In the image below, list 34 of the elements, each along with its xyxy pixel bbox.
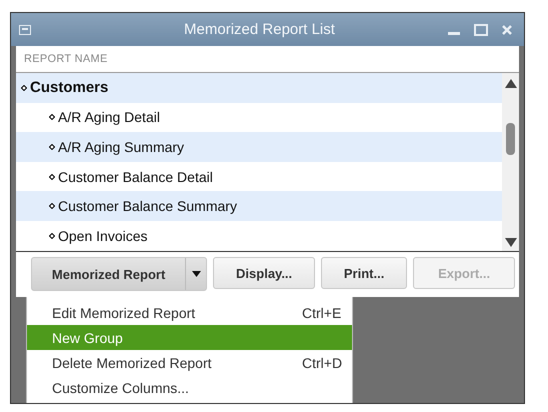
diamond-icon xyxy=(49,114,55,120)
diamond-icon xyxy=(49,232,55,239)
list-row[interactable]: A/R Aging Detail xyxy=(16,102,502,132)
caret-icon[interactable] xyxy=(192,271,201,277)
diamond-icon xyxy=(49,203,55,210)
menu-item[interactable]: Edit Memorized Report Ctrl+E xyxy=(27,300,352,325)
scrollbar[interactable] xyxy=(502,73,519,251)
report-name: A/R Aging Detail xyxy=(58,109,160,126)
scroll-up-icon[interactable] xyxy=(504,79,516,88)
list-row[interactable]: Open Invoices xyxy=(16,220,502,251)
window-title: Memorized Report List xyxy=(183,21,336,38)
close-icon[interactable] xyxy=(502,24,512,34)
scroll-down-icon[interactable] xyxy=(504,238,516,247)
action-button[interactable]: Print... xyxy=(321,257,408,289)
menu-item[interactable]: Delete Memorized Report Ctrl+D xyxy=(27,350,352,375)
menu-item[interactable]: New Group xyxy=(27,325,352,350)
scroll-thumb[interactable] xyxy=(506,123,515,155)
list-row[interactable]: Customer Balance Summary xyxy=(16,191,502,221)
diamond-icon xyxy=(21,84,27,91)
diamond-icon xyxy=(49,174,55,180)
list-row[interactable]: Customers xyxy=(16,73,502,103)
group-name: Customers xyxy=(30,79,108,96)
menu-item[interactable]: Customize Columns... xyxy=(27,375,352,400)
report-name: Customer Balance Summary xyxy=(58,198,237,214)
action-button[interactable]: Display... xyxy=(213,257,316,289)
memorized-report-button[interactable]: Memorized Report xyxy=(31,257,208,291)
maximize-icon[interactable] xyxy=(474,24,488,36)
list-row[interactable]: A/R Aging Summary xyxy=(16,132,502,162)
report-name: Open Invoices xyxy=(58,228,148,244)
diamond-icon xyxy=(49,144,55,150)
report-name: Customer Balance Detail xyxy=(58,168,213,185)
report-name: A/R Aging Summary xyxy=(58,138,184,155)
window-menu-icon[interactable] xyxy=(19,24,31,34)
list-row[interactable]: Customer Balance Detail xyxy=(16,162,502,192)
